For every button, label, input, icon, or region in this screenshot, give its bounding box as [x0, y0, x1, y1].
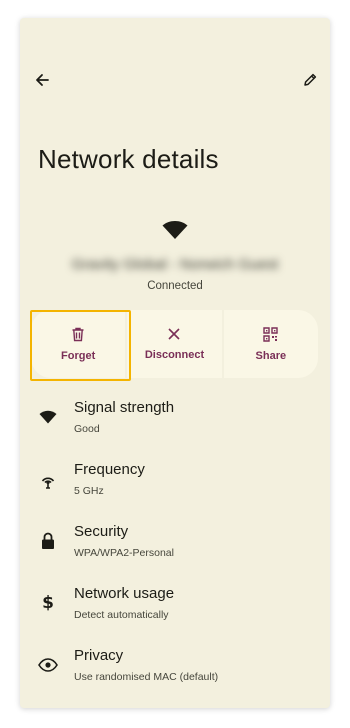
back-button[interactable]	[28, 66, 56, 94]
wifi-icon	[37, 406, 59, 428]
detail-title: Network usage	[74, 585, 175, 602]
forget-label: Forget	[61, 349, 96, 362]
edit-button[interactable]	[296, 66, 324, 94]
detail-value: Good	[74, 423, 100, 435]
pencil-icon	[304, 73, 317, 86]
network-name: Gravity Global - Norwich Guest	[71, 256, 279, 273]
detail-title: Privacy	[74, 647, 124, 664]
arrow-left-icon	[36, 74, 49, 86]
detail-value: Detect automatically	[74, 609, 169, 621]
dollar-icon: $	[42, 593, 54, 613]
detail-title: Signal strength	[74, 399, 175, 416]
action-bar: Forget Disconnect Share	[31, 310, 318, 378]
details-list: Signal strength Good Frequency 5 GHz Sec…	[20, 390, 330, 700]
detail-value: 5 GHz	[74, 485, 104, 497]
share-label: Share	[255, 349, 287, 362]
qr-code-icon	[263, 326, 279, 342]
disconnect-label: Disconnect	[144, 349, 205, 361]
close-icon	[168, 328, 181, 340]
page-title: Network details	[38, 144, 219, 174]
detail-row-privacy[interactable]: Privacy Use randomised MAC (default)	[20, 638, 330, 700]
antenna-icon	[37, 468, 59, 490]
detail-value: Use randomised MAC (default)	[74, 671, 219, 683]
phone-screen: Network details Gravity Global - Norwich…	[20, 18, 330, 708]
eye-icon	[37, 654, 59, 676]
detail-row-frequency[interactable]: Frequency 5 GHz	[20, 452, 330, 514]
trash-icon	[72, 327, 84, 341]
detail-row-network-usage[interactable]: $ Network usage Detect automatically	[20, 576, 330, 638]
disconnect-button[interactable]: Disconnect	[125, 310, 221, 378]
share-button[interactable]: Share	[221, 310, 318, 378]
detail-title: Frequency	[74, 461, 145, 478]
wifi-icon	[162, 220, 188, 245]
forget-button[interactable]: Forget	[31, 310, 125, 378]
detail-row-signal[interactable]: Signal strength Good	[20, 390, 330, 452]
connection-status: Connected	[147, 280, 203, 292]
lock-icon	[37, 530, 59, 552]
detail-title: Security	[74, 523, 129, 540]
detail-row-security[interactable]: Security WPA/WPA2-Personal	[20, 514, 330, 576]
detail-value: WPA/WPA2-Personal	[74, 547, 174, 559]
